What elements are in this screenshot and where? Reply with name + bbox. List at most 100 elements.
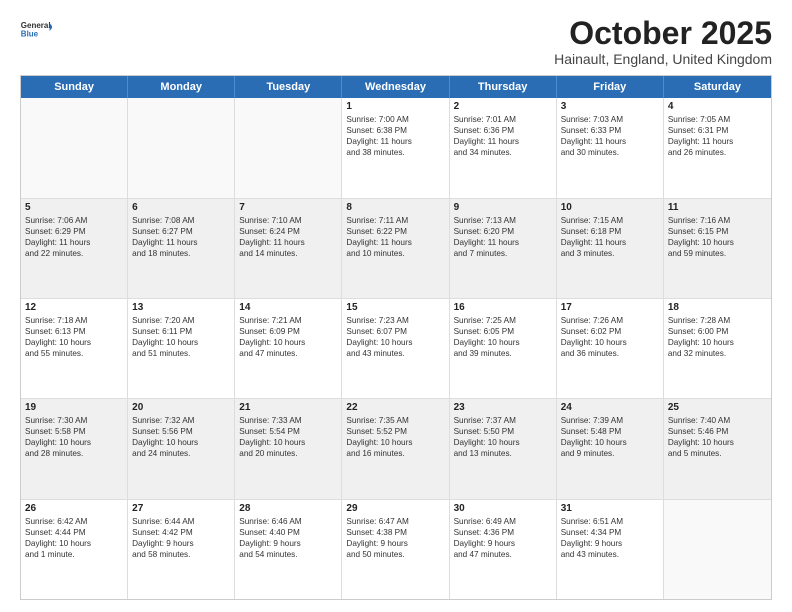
cell-line: Daylight: 10 hours xyxy=(668,437,767,448)
day-cell-16: 16Sunrise: 7:25 AMSunset: 6:05 PMDayligh… xyxy=(450,299,557,398)
cell-line: and 5 minutes. xyxy=(668,448,767,459)
empty-cell-r4-c6 xyxy=(664,500,771,599)
cell-line: and 43 minutes. xyxy=(561,549,659,560)
day-number-9: 9 xyxy=(454,202,552,213)
logo: General Blue xyxy=(20,16,52,46)
cell-line: Daylight: 11 hours xyxy=(668,136,767,147)
cell-line: Sunset: 6:33 PM xyxy=(561,125,659,136)
day-cell-12: 12Sunrise: 7:18 AMSunset: 6:13 PMDayligh… xyxy=(21,299,128,398)
day-cell-14: 14Sunrise: 7:21 AMSunset: 6:09 PMDayligh… xyxy=(235,299,342,398)
calendar-row-2: 5Sunrise: 7:06 AMSunset: 6:29 PMDaylight… xyxy=(21,199,771,299)
cell-line: and 14 minutes. xyxy=(239,248,337,259)
weekday-header-monday: Monday xyxy=(128,76,235,98)
cell-line: Sunrise: 7:28 AM xyxy=(668,315,767,326)
weekday-header-tuesday: Tuesday xyxy=(235,76,342,98)
cell-line: Daylight: 10 hours xyxy=(132,437,230,448)
day-cell-5: 5Sunrise: 7:06 AMSunset: 6:29 PMDaylight… xyxy=(21,199,128,298)
cell-line: Sunset: 6:15 PM xyxy=(668,226,767,237)
day-number-29: 29 xyxy=(346,503,444,514)
day-cell-22: 22Sunrise: 7:35 AMSunset: 5:52 PMDayligh… xyxy=(342,399,449,498)
weekday-header-thursday: Thursday xyxy=(450,76,557,98)
day-number-26: 26 xyxy=(25,503,123,514)
cell-line: Sunset: 6:05 PM xyxy=(454,326,552,337)
cell-line: and 51 minutes. xyxy=(132,348,230,359)
cell-line: and 20 minutes. xyxy=(239,448,337,459)
cell-line: Daylight: 11 hours xyxy=(454,237,552,248)
cell-line: Daylight: 11 hours xyxy=(132,237,230,248)
cell-line: and 7 minutes. xyxy=(454,248,552,259)
day-number-10: 10 xyxy=(561,202,659,213)
location: Hainault, England, United Kingdom xyxy=(554,51,772,67)
cell-line: Sunset: 6:20 PM xyxy=(454,226,552,237)
day-cell-20: 20Sunrise: 7:32 AMSunset: 5:56 PMDayligh… xyxy=(128,399,235,498)
cell-line: and 58 minutes. xyxy=(132,549,230,560)
cell-line: Daylight: 10 hours xyxy=(346,337,444,348)
cell-line: Sunrise: 7:05 AM xyxy=(668,114,767,125)
cell-line: and 59 minutes. xyxy=(668,248,767,259)
cell-line: and 13 minutes. xyxy=(454,448,552,459)
cell-line: and 43 minutes. xyxy=(346,348,444,359)
cell-line: Sunrise: 7:15 AM xyxy=(561,215,659,226)
cell-line: Sunrise: 7:39 AM xyxy=(561,415,659,426)
day-cell-11: 11 Sunrise: 7:16 AMSunset: 6:15 PMDayligh… xyxy=(664,199,771,298)
cell-line: Sunset: 4:40 PM xyxy=(239,527,337,538)
cell-line: Sunset: 6:09 PM xyxy=(239,326,337,337)
day-cell-25: 25Sunrise: 7:40 AMSunset: 5:46 PMDayligh… xyxy=(664,399,771,498)
cell-line: and 28 minutes. xyxy=(25,448,123,459)
day-number-4: 4 xyxy=(668,101,767,112)
day-cell-17: 17Sunrise: 7:26 AMSunset: 6:02 PMDayligh… xyxy=(557,299,664,398)
day-number-8: 8 xyxy=(346,202,444,213)
cell-line: Daylight: 10 hours xyxy=(346,437,444,448)
day-cell-6: 6Sunrise: 7:08 AMSunset: 6:27 PMDaylight… xyxy=(128,199,235,298)
day-number-1: 1 xyxy=(346,101,444,112)
day-cell-9: 9Sunrise: 7:13 AMSunset: 6:20 PMDaylight… xyxy=(450,199,557,298)
calendar-row-5: 26Sunrise: 6:42 AMSunset: 4:44 PMDayligh… xyxy=(21,500,771,599)
day-number-16: 16 xyxy=(454,302,552,313)
day-number-17: 17 xyxy=(561,302,659,313)
cell-line: Sunrise: 6:46 AM xyxy=(239,516,337,527)
day-cell-4: 4Sunrise: 7:05 AMSunset: 6:31 PMDaylight… xyxy=(664,98,771,197)
weekday-header-friday: Friday xyxy=(557,76,664,98)
cell-line: Sunset: 6:22 PM xyxy=(346,226,444,237)
cell-line: Daylight: 11 hours xyxy=(454,136,552,147)
cell-line: and 50 minutes. xyxy=(346,549,444,560)
cell-line: Daylight: 10 hours xyxy=(239,337,337,348)
title-block: October 2025 Hainault, England, United K… xyxy=(554,16,772,67)
cell-line: Sunrise: 6:47 AM xyxy=(346,516,444,527)
cell-line: Sunset: 4:38 PM xyxy=(346,527,444,538)
cell-line: Sunrise: 7:35 AM xyxy=(346,415,444,426)
cell-line: Daylight: 10 hours xyxy=(25,437,123,448)
cell-line: Sunrise: 7:16 AM xyxy=(668,215,767,226)
cell-line: Sunrise: 6:49 AM xyxy=(454,516,552,527)
cell-line: Daylight: 10 hours xyxy=(25,538,123,549)
day-cell-10: 10Sunrise: 7:15 AMSunset: 6:18 PMDayligh… xyxy=(557,199,664,298)
day-number-20: 20 xyxy=(132,402,230,413)
cell-line: Sunrise: 7:11 AM xyxy=(346,215,444,226)
day-number-11: 11 xyxy=(668,202,767,213)
day-number-24: 24 xyxy=(561,402,659,413)
cell-line: and 1 minute. xyxy=(25,549,123,560)
day-number-12: 12 xyxy=(25,302,123,313)
cell-line: Sunset: 5:52 PM xyxy=(346,426,444,437)
day-cell-23: 23Sunrise: 7:37 AMSunset: 5:50 PMDayligh… xyxy=(450,399,557,498)
cell-line: Daylight: 10 hours xyxy=(454,337,552,348)
cell-line: Sunset: 6:13 PM xyxy=(25,326,123,337)
cell-line: Sunset: 6:02 PM xyxy=(561,326,659,337)
day-number-2: 2 xyxy=(454,101,552,112)
cell-line: Sunrise: 7:18 AM xyxy=(25,315,123,326)
day-cell-29: 29Sunrise: 6:47 AMSunset: 4:38 PMDayligh… xyxy=(342,500,449,599)
calendar-row-4: 19Sunrise: 7:30 AMSunset: 5:58 PMDayligh… xyxy=(21,399,771,499)
empty-cell-r0-c1 xyxy=(128,98,235,197)
cell-line: Daylight: 10 hours xyxy=(668,237,767,248)
day-cell-24: 24Sunrise: 7:39 AMSunset: 5:48 PMDayligh… xyxy=(557,399,664,498)
day-number-23: 23 xyxy=(454,402,552,413)
day-number-7: 7 xyxy=(239,202,337,213)
calendar-row-1: 1Sunrise: 7:00 AMSunset: 6:38 PMDaylight… xyxy=(21,98,771,198)
empty-cell-r0-c0 xyxy=(21,98,128,197)
day-number-15: 15 xyxy=(346,302,444,313)
cell-line: Sunrise: 7:32 AM xyxy=(132,415,230,426)
cell-line: and 36 minutes. xyxy=(561,348,659,359)
month-title: October 2025 xyxy=(554,16,772,51)
cell-line: Sunset: 6:24 PM xyxy=(239,226,337,237)
cell-line: Daylight: 10 hours xyxy=(561,437,659,448)
